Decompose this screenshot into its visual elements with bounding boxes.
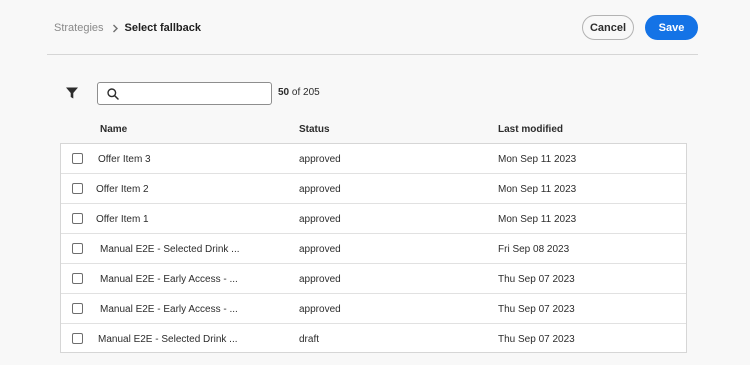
table-row[interactable]: Manual E2E - Early Access - ... approved… xyxy=(61,294,686,324)
result-count-of: of xyxy=(291,87,301,98)
select-fallback-page: Strategies Select fallback Cancel Save 5… xyxy=(0,0,750,365)
page-title: Select fallback xyxy=(124,22,201,34)
column-header-name[interactable]: Name xyxy=(100,124,127,135)
row-checkbox[interactable] xyxy=(72,243,83,254)
cancel-button[interactable]: Cancel xyxy=(582,15,634,40)
row-last-modified: Thu Sep 07 2023 xyxy=(498,334,575,345)
row-status: approved xyxy=(299,184,341,195)
row-name: Offer Item 2 xyxy=(96,184,149,195)
row-name: Manual E2E - Early Access - ... xyxy=(100,304,238,315)
row-status: approved xyxy=(299,214,341,225)
search-field[interactable] xyxy=(97,82,272,105)
table-row[interactable]: Offer Item 2 approved Mon Sep 11 2023 xyxy=(61,174,686,204)
row-checkbox[interactable] xyxy=(72,273,83,284)
table-row[interactable]: Offer Item 1 approved Mon Sep 11 2023 xyxy=(61,204,686,234)
save-button[interactable]: Save xyxy=(645,15,698,40)
row-last-modified: Mon Sep 11 2023 xyxy=(498,184,577,195)
header-divider xyxy=(47,54,698,55)
row-last-modified: Mon Sep 11 2023 xyxy=(498,214,577,225)
column-header-last-modified[interactable]: Last modified xyxy=(498,124,563,135)
result-count-shown: 50 xyxy=(278,87,290,98)
row-last-modified: Mon Sep 11 2023 xyxy=(498,154,577,165)
table-row[interactable]: Manual E2E - Selected Drink ... approved… xyxy=(61,234,686,264)
row-checkbox[interactable] xyxy=(72,153,83,164)
row-checkbox[interactable] xyxy=(72,303,83,314)
filter-icon[interactable] xyxy=(65,86,79,100)
table-row[interactable]: Manual E2E - Early Access - ... approved… xyxy=(61,264,686,294)
column-header-status[interactable]: Status xyxy=(299,124,330,135)
row-name: Manual E2E - Early Access - ... xyxy=(100,274,238,285)
row-name: Offer Item 1 xyxy=(96,214,149,225)
offers-table: Offer Item 3 approved Mon Sep 11 2023 Of… xyxy=(60,143,687,353)
row-status: approved xyxy=(299,274,341,285)
row-last-modified: Thu Sep 07 2023 xyxy=(498,274,575,285)
row-checkbox[interactable] xyxy=(72,213,83,224)
row-name: Manual E2E - Selected Drink ... xyxy=(100,244,240,255)
row-status: approved xyxy=(299,304,341,315)
row-status: draft xyxy=(299,334,320,345)
search-icon xyxy=(107,87,119,100)
row-status: approved xyxy=(299,154,341,165)
row-checkbox[interactable] xyxy=(72,333,83,344)
row-last-modified: Thu Sep 07 2023 xyxy=(498,304,575,315)
result-count: 50 of 205 xyxy=(278,87,320,98)
row-name: Offer Item 3 xyxy=(98,154,151,165)
result-count-total: 205 xyxy=(303,87,320,98)
row-checkbox[interactable] xyxy=(72,183,83,194)
chevron-right-icon xyxy=(112,24,119,33)
table-row[interactable]: Manual E2E - Selected Drink ... draft Th… xyxy=(61,324,686,354)
search-input[interactable] xyxy=(125,84,271,103)
row-last-modified: Fri Sep 08 2023 xyxy=(498,244,570,255)
table-row[interactable]: Offer Item 3 approved Mon Sep 11 2023 xyxy=(61,144,686,174)
breadcrumb: Strategies Select fallback xyxy=(54,20,201,36)
row-name: Manual E2E - Selected Drink ... xyxy=(98,334,238,345)
breadcrumb-strategies-link[interactable]: Strategies xyxy=(54,22,104,34)
row-status: approved xyxy=(299,244,341,255)
